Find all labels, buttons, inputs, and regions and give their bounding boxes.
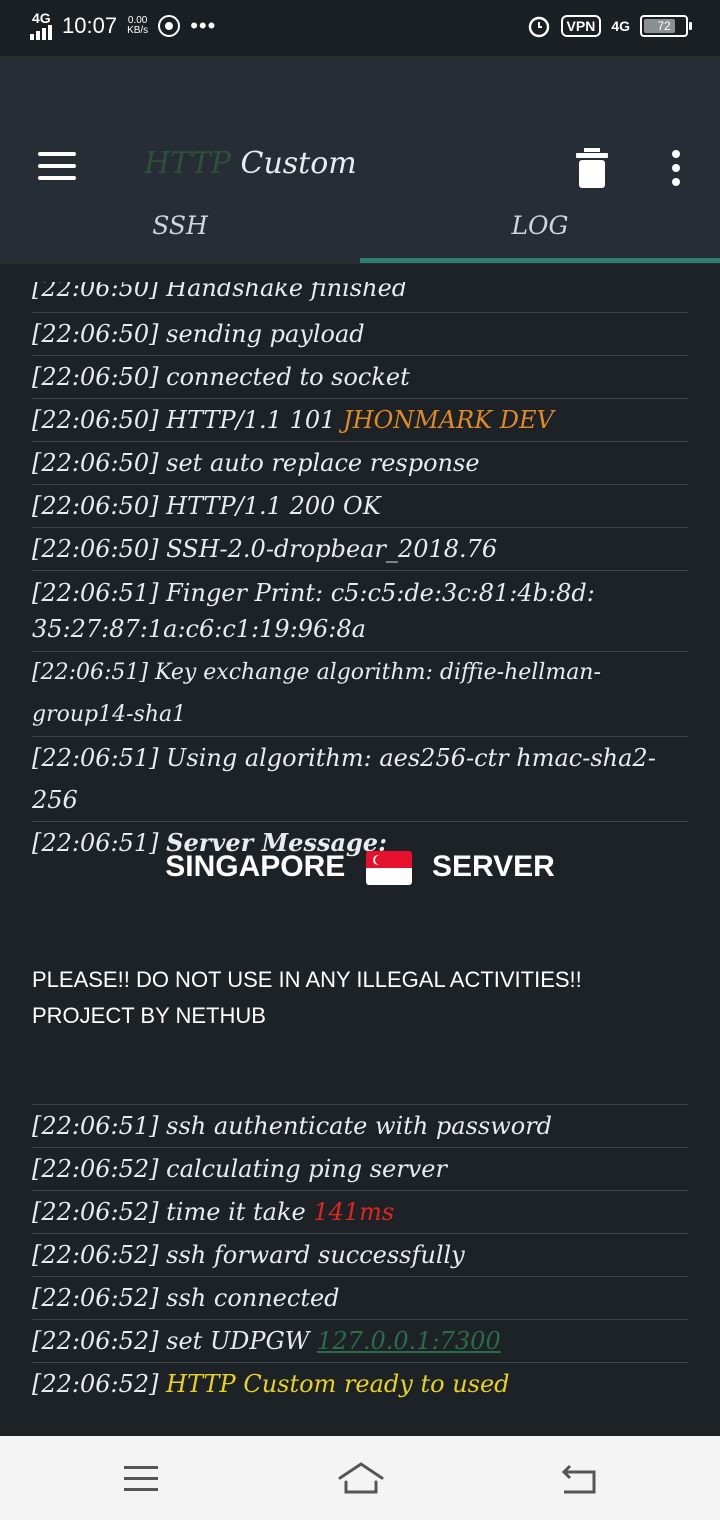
system-nav-bar	[0, 1436, 720, 1520]
log-row: [22:06:50] HTTP/1.1 200 OK	[32, 485, 688, 528]
chrome-icon	[158, 15, 181, 37]
overflow-menu-icon[interactable]	[670, 150, 682, 190]
vpn-badge: VPN	[560, 15, 602, 37]
log-row: [22:06:50] SSH-2.0-dropbear_2018.76	[32, 528, 688, 571]
log-row: [22:06:52] time it take 141ms	[32, 1191, 688, 1234]
udpgw-link[interactable]: 127.0.0.1:7300	[317, 1327, 501, 1355]
recent-apps-icon[interactable]	[124, 1466, 158, 1499]
more-notifications-icon: •••	[190, 13, 217, 38]
ready-message: HTTP Custom ready to used	[166, 1370, 510, 1398]
net-speed: 0.00 KB/s	[127, 15, 149, 36]
log-row: [22:06:52] calculating ping server	[32, 1148, 688, 1191]
log-row: [22:06:50] HTTP/1.1 101 JHONMARK DEV	[32, 399, 688, 442]
log-row: [22:06:51] Finger Print: c5:c5:de:3c:81:…	[32, 571, 688, 652]
status-bar: 4G 10:07 0.00 KB/s ••• VPN 4G 72	[0, 0, 720, 56]
log-highlight: JHONMARK DEV	[343, 406, 554, 434]
app-title: HTTP Custom	[144, 146, 357, 181]
delete-icon[interactable]	[574, 148, 610, 188]
singapore-flag-icon	[365, 851, 412, 886]
battery-level: 72	[657, 19, 671, 33]
log-row: [22:06:50] Handshake finished	[32, 282, 688, 313]
log-row: [22:06:52] ssh forward successfully	[32, 1234, 688, 1277]
log-row: [22:06:50] sending payload	[32, 313, 688, 356]
server-note: PLEASE!! DO NOT USE IN ANY ILLEGAL ACTIV…	[32, 967, 582, 1028]
log-row: [22:06:50] connected to socket	[32, 356, 688, 399]
battery-icon: 72	[640, 15, 692, 37]
log-row: [22:06:51] ssh authenticate with passwor…	[32, 1105, 688, 1148]
server-message: SINGAPORE SERVER PLEASE!! DO NOT USE IN …	[32, 770, 688, 1102]
log-row: [22:06:52] HTTP Custom ready to used	[32, 1370, 510, 1398]
alarm-icon	[528, 16, 549, 38]
tab-ssh[interactable]: SSH	[0, 206, 360, 264]
log-list-continued[interactable]: [22:06:51] ssh authenticate with passwor…	[32, 1104, 688, 1405]
back-icon[interactable]	[560, 1464, 598, 1494]
network-label: 4G	[32, 10, 51, 26]
tab-bar: SSH LOG	[0, 206, 720, 264]
tab-log[interactable]: LOG	[360, 206, 720, 264]
tab-indicator	[360, 258, 720, 263]
ping-value: 141ms	[313, 1198, 395, 1226]
log-row: [22:06:51] Key exchange algorithm: diffi…	[32, 652, 688, 737]
signal-icon: 4G	[30, 10, 52, 40]
app-bar: HTTP Custom SSH LOG	[0, 56, 720, 264]
server-title: SINGAPORE SERVER	[32, 850, 688, 886]
clock: 10:07	[62, 13, 118, 38]
log-row: [22:06:52] set UDPGW 127.0.0.1:7300	[32, 1320, 688, 1363]
log-row: [22:06:50] set auto replace response	[32, 442, 688, 485]
home-icon[interactable]	[336, 1460, 386, 1496]
menu-icon[interactable]	[38, 152, 76, 180]
network-4g-label: 4G	[611, 18, 630, 34]
log-row: [22:06:52] ssh connected	[32, 1277, 688, 1320]
